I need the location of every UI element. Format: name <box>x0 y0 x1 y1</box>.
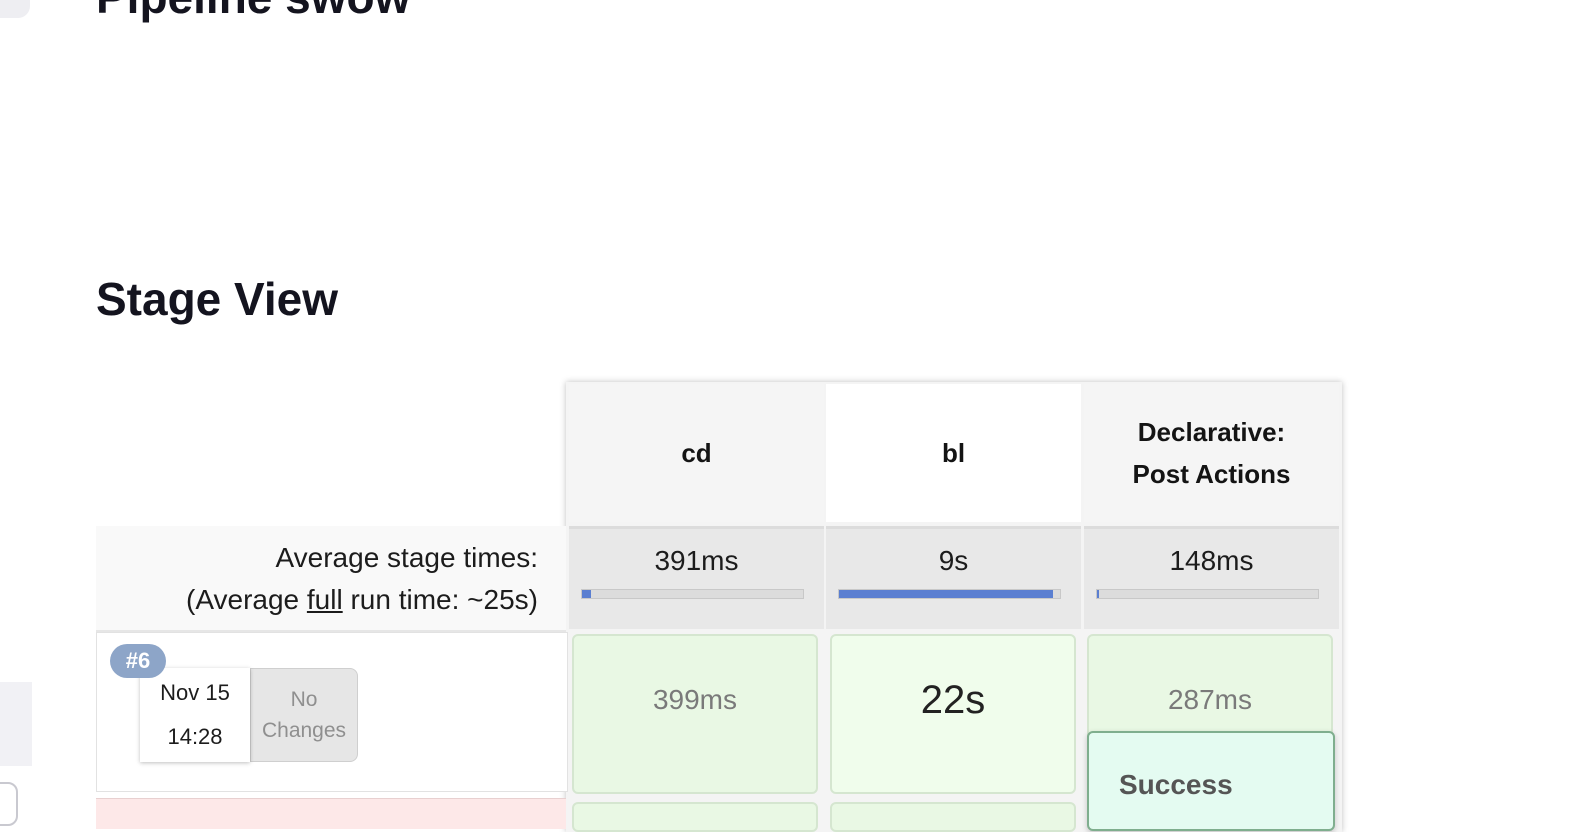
average-stage-times-label: Average stage times: <box>275 542 538 573</box>
stage-cell-next[interactable] <box>572 802 818 832</box>
stage-header-post-actions: Declarative: Post Actions <box>1084 384 1339 522</box>
stage-header-label: bl <box>941 438 966 468</box>
run-row-next[interactable] <box>96 798 566 829</box>
stage-cell-next[interactable] <box>830 802 1076 832</box>
avg-time-bar-fill <box>839 590 1054 598</box>
sidebar-panel-corner <box>0 0 30 18</box>
stage-cell-cd[interactable]: 399ms <box>572 634 818 794</box>
stage-header-bl: bl <box>826 384 1081 522</box>
changes-box[interactable]: No Changes <box>250 668 358 762</box>
sidebar-item[interactable] <box>0 682 32 766</box>
stage-cell-duration: 287ms <box>1167 684 1253 715</box>
changes-label: No Changes <box>262 684 346 746</box>
stage-cell-duration: 399ms <box>652 684 738 715</box>
avg-time-post-actions: 148ms <box>1084 526 1339 629</box>
avg-time-bar <box>1096 589 1319 599</box>
avg-time-value: 391ms <box>654 545 739 576</box>
run-date: Nov 15 <box>160 680 230 705</box>
changes-label-line1: No <box>290 688 318 711</box>
changes-label-line2: Changes <box>261 719 347 742</box>
stage-header-label-line2: Post Actions <box>1132 459 1291 489</box>
section-title: Stage View <box>96 273 339 325</box>
avg-time-value: 9s <box>938 545 969 576</box>
avg-time-bar-fill <box>1097 590 1100 598</box>
average-full-suffix: run time: ~25s) <box>342 584 538 615</box>
run-time: 14:28 <box>167 724 223 749</box>
avg-time-bl: 9s <box>826 526 1081 629</box>
stage-header-label: cd <box>681 438 712 468</box>
average-full-run-time-label: (Average full run time: ~25s) <box>186 584 538 616</box>
full-run-link[interactable]: full <box>307 584 343 615</box>
run-date-box[interactable]: Nov 15 14:28 <box>140 668 250 762</box>
avg-time-bar <box>581 589 804 599</box>
tooltip-status-text: Success <box>1119 769 1233 800</box>
avg-time-bar <box>838 589 1061 599</box>
page-title: Pipeline swow <box>96 0 410 24</box>
avg-time-bar-fill <box>582 590 591 598</box>
average-full-prefix: (Average <box>186 584 307 615</box>
stage-cell-duration: 22s <box>920 678 986 722</box>
average-times-label: Average stage times: (Average full run t… <box>96 526 566 634</box>
stage-header-label-line1: Declarative: <box>1137 417 1286 447</box>
avg-time-cd: 391ms <box>569 526 824 629</box>
stage-header-cd: cd <box>569 384 824 522</box>
stage-cell-bl[interactable]: 22s <box>830 634 1076 794</box>
run-number-badge[interactable]: #6 <box>110 644 166 678</box>
stage-header-label: Declarative: Post Actions <box>1133 411 1291 495</box>
stage-status-tooltip: Success <box>1087 731 1335 831</box>
sidebar-toggle[interactable] <box>0 782 18 826</box>
avg-time-value: 148ms <box>1169 545 1254 576</box>
